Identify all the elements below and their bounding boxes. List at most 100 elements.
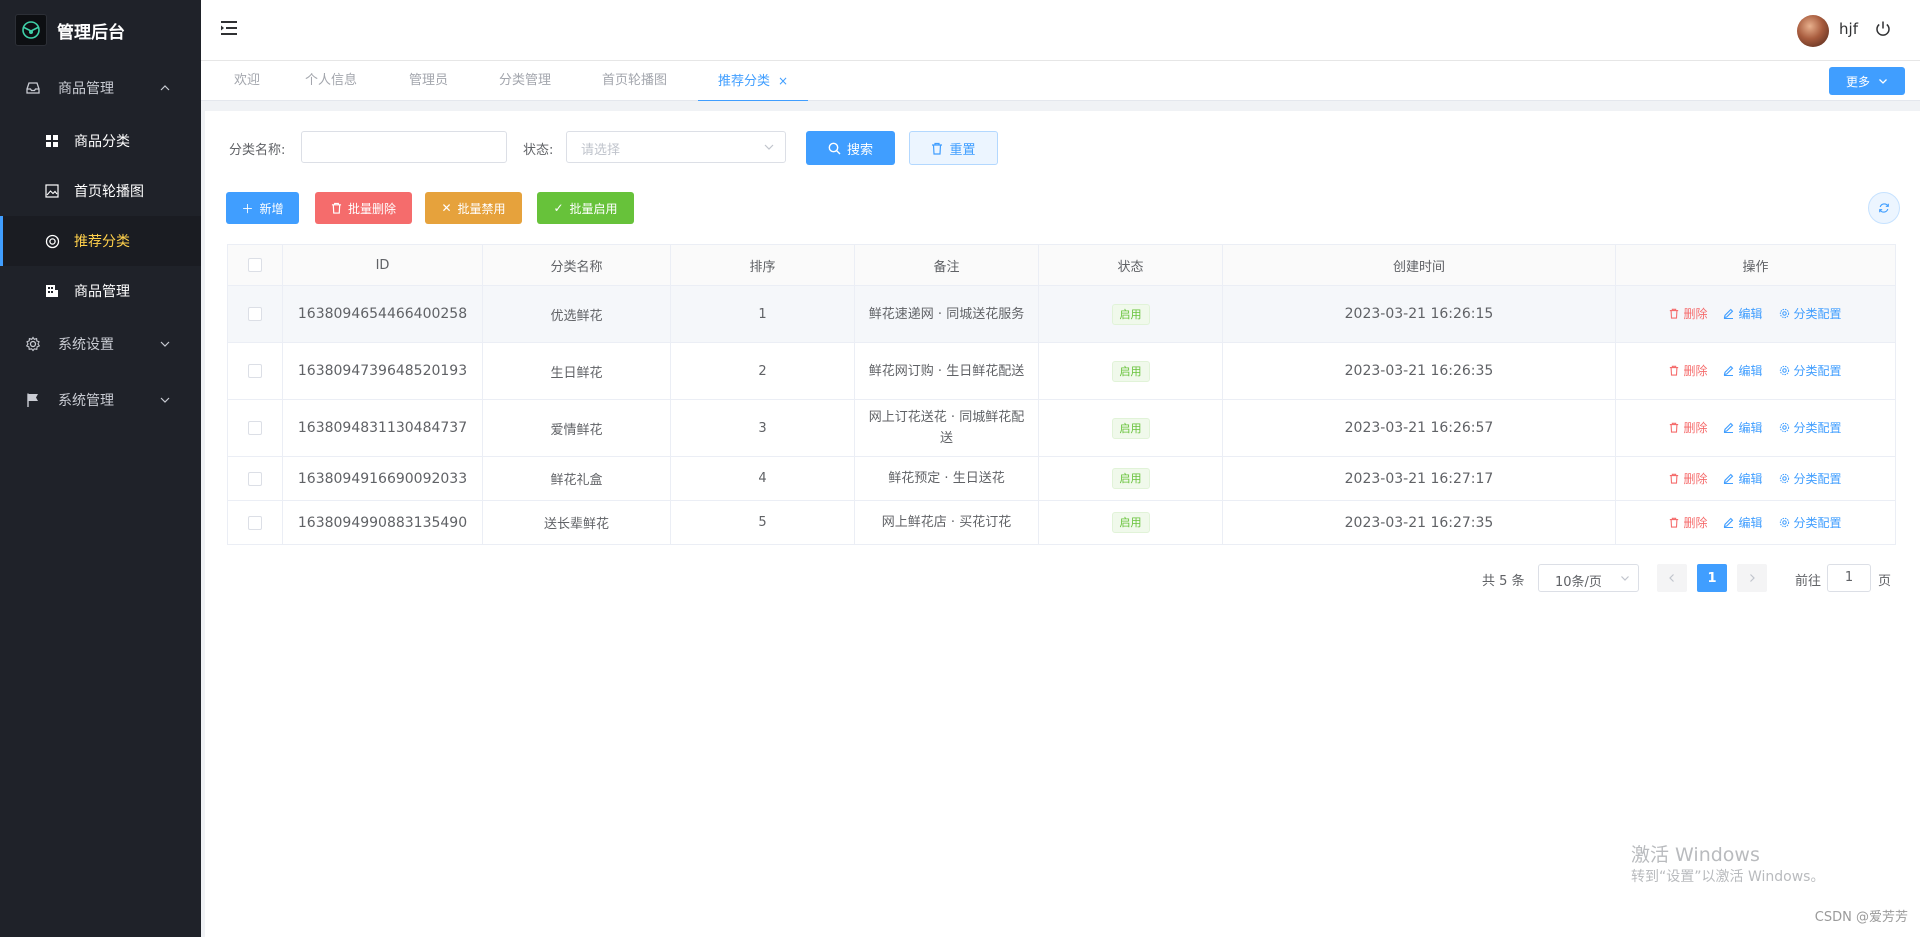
refresh-button[interactable] [1868, 192, 1900, 224]
plus-icon: ＋ [241, 201, 254, 216]
next-page-button[interactable] [1737, 564, 1767, 592]
column-header: 备注 [854, 244, 1039, 286]
edit-button[interactable]: 编辑 [1723, 305, 1763, 322]
search-button-label: 搜索 [846, 142, 873, 158]
actions-cell: 删除 编辑 分类配置 [1615, 399, 1896, 457]
edit-button[interactable]: 编辑 [1723, 470, 1763, 487]
created-time-cell: 2023-03-21 16:27:35 [1222, 500, 1616, 545]
table-row: 1638094739648520193 生日鲜花 2 鲜花网订购 · 生日鲜花配… [227, 342, 1896, 400]
edit-button[interactable]: 编辑 [1723, 362, 1763, 379]
delete-label: 删除 [1683, 515, 1708, 530]
category-config-button[interactable]: 分类配置 [1779, 305, 1842, 322]
tab-recommend-category[interactable]: 推荐分类 × [697, 61, 809, 102]
edit-label: 编辑 [1738, 307, 1763, 321]
row-checkbox[interactable] [248, 421, 262, 435]
add-button[interactable]: ＋ 新增 [226, 192, 299, 224]
menu-fold-icon[interactable] [219, 18, 239, 38]
tab-welcome[interactable]: 欢迎 [234, 61, 260, 101]
status-badge: 启用 [1111, 360, 1150, 382]
delete-label: 删除 [1683, 421, 1708, 435]
column-header: 排序 [670, 244, 855, 286]
status-badge: 启用 [1111, 417, 1150, 439]
table-row: 1638094916690092033 鲜花礼盒 4 鲜花预定 · 生日送花 启… [227, 456, 1896, 501]
gear-icon [24, 335, 42, 353]
edit-button[interactable]: 编辑 [1723, 419, 1763, 436]
page-size-select[interactable]: 10条/页 [1538, 564, 1639, 592]
select-all-checkbox[interactable] [248, 258, 262, 272]
trash-icon [1670, 365, 1679, 376]
page-number-button[interactable]: 1 [1697, 564, 1727, 592]
chevron-down-icon [160, 397, 170, 403]
tab-label: 个人信息 [305, 73, 358, 88]
row-checkbox[interactable] [248, 364, 262, 378]
tab-category-manage[interactable]: 分类管理 [499, 61, 551, 101]
column-header: 分类名称 [482, 244, 671, 286]
status-badge: 启用 [1111, 468, 1150, 489]
edit-icon [1724, 422, 1734, 433]
prev-page-button[interactable] [1657, 564, 1687, 592]
row-select-cell [227, 342, 283, 400]
tab-label: 推荐分类 [718, 74, 771, 89]
sort-cell: 3 [670, 399, 855, 457]
tab-carousel[interactable]: 首页轮播图 [602, 61, 667, 101]
config-label: 分类配置 [1793, 421, 1842, 435]
sidebar-item-goods-category[interactable]: 商品分类 [0, 116, 201, 166]
remark-cell: 鲜花速递网 · 同城送花服务 [854, 285, 1039, 343]
windows-activation-title: 激活 Windows [1631, 844, 1760, 866]
batch-disable-button[interactable]: ✕ 批量禁用 [425, 192, 522, 224]
actions-cell: 删除 编辑 分类配置 [1615, 500, 1896, 545]
edit-button[interactable]: 编辑 [1723, 514, 1763, 531]
remark-cell: 鲜花预定 · 生日送花 [854, 456, 1039, 501]
remark-text: 网上订花送花 · 同城鲜花配送 [868, 410, 1025, 446]
row-checkbox[interactable] [248, 307, 262, 321]
delete-button[interactable]: 删除 [1669, 470, 1707, 487]
menu-group-goods[interactable]: 商品管理 [0, 60, 201, 116]
menu-group-system-settings[interactable]: 系统设置 [0, 316, 201, 372]
close-icon[interactable]: × [778, 61, 788, 101]
windows-activation-hint: 转到“设置”以激活 Windows。 [1631, 869, 1825, 885]
tab-admin[interactable]: 管理员 [409, 61, 448, 101]
reset-button[interactable]: 重置 [909, 131, 998, 165]
search-button[interactable]: 搜索 [806, 131, 895, 165]
delete-button[interactable]: 删除 [1669, 419, 1707, 436]
image-icon [44, 183, 60, 199]
remark-cell: 网上鲜花店 · 买花订花 [854, 500, 1039, 545]
tab-profile[interactable]: 个人信息 [305, 61, 357, 101]
column-header: ID [282, 244, 483, 286]
check-icon: ✓ [553, 201, 564, 215]
sidebar-item-recommend-category[interactable]: 推荐分类 [0, 216, 201, 266]
delete-button[interactable]: 删除 [1669, 514, 1707, 531]
batch-delete-button[interactable]: 批量删除 [315, 192, 412, 224]
grid-icon [44, 133, 60, 149]
config-label: 分类配置 [1793, 515, 1842, 530]
trash-icon [1670, 517, 1679, 528]
username[interactable]: hjf [1839, 20, 1858, 38]
delete-label: 删除 [1683, 307, 1708, 321]
category-config-button[interactable]: 分类配置 [1779, 362, 1842, 379]
sidebar-item-goods-manage[interactable]: 商品管理 [0, 266, 201, 316]
delete-button[interactable]: 删除 [1669, 305, 1707, 322]
table-header-row: ID 分类名称 排序 备注 状态 创建时间 操作 [227, 244, 1896, 286]
category-config-button[interactable]: 分类配置 [1779, 419, 1842, 436]
sidebar-item-carousel[interactable]: 首页轮播图 [0, 166, 201, 216]
csdn-credit: CSDN @爱芳芳 [1814, 910, 1908, 925]
power-icon[interactable] [1874, 20, 1892, 38]
status-select[interactable]: 请选择 [566, 131, 786, 163]
category-name-input[interactable] [301, 131, 507, 163]
row-checkbox[interactable] [248, 471, 262, 486]
row-checkbox[interactable] [248, 515, 262, 530]
menu-group-system-manage[interactable]: 系统管理 [0, 372, 201, 428]
column-header: 创建时间 [1222, 244, 1616, 286]
row-select-cell [227, 500, 283, 545]
avatar[interactable] [1797, 15, 1829, 47]
name-cell: 鲜花礼盒 [482, 456, 671, 501]
category-config-button[interactable]: 分类配置 [1779, 514, 1842, 531]
edit-icon [1724, 473, 1734, 484]
category-config-button[interactable]: 分类配置 [1779, 470, 1842, 487]
goto-page-input[interactable]: 1 [1827, 564, 1871, 592]
batch-enable-button[interactable]: ✓ 批量启用 [537, 192, 634, 224]
data-table: ID 分类名称 排序 备注 状态 创建时间 操作 163809465446640… [227, 244, 1896, 545]
top-header: hjf [201, 0, 1920, 61]
more-button[interactable]: 更多 [1829, 67, 1905, 95]
delete-button[interactable]: 删除 [1669, 362, 1707, 379]
